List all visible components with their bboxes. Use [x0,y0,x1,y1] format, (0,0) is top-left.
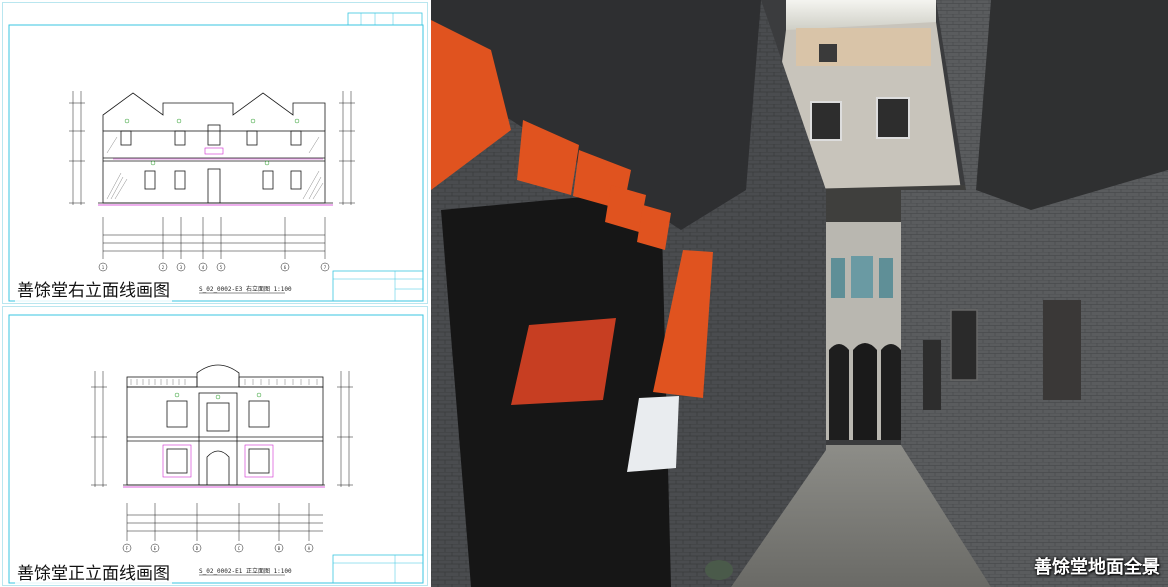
alley-scene [431,0,1168,587]
right-elevation-caption: 善馀堂右立面线画图 [15,280,172,302]
sheet-label: S_02_0002-E3 右立面图 1:100 [199,286,292,293]
front-elevation-drawing: F E D C B A [8,314,424,584]
front-elevation-caption: 善馀堂正立面线画图 [15,563,172,585]
front-elevation-sheet: F E D C B A S_02_0002-E1 正立面图 1:100 善馀堂正… [2,306,428,586]
sheet-label: S_02_0002-E1 正立面图 1:100 [199,568,292,575]
right-elevation-sheet: 1 2 3 4 5 6 7 S_02_0002-E3 右立面图 1:100 善馀… [2,2,428,304]
panorama-caption: 善馀堂地面全景 [1034,557,1160,578]
right-elevation-drawing: 1 2 3 4 5 6 7 [8,12,424,302]
alley-panorama-photo: 善馀堂地面全景 [431,0,1168,587]
